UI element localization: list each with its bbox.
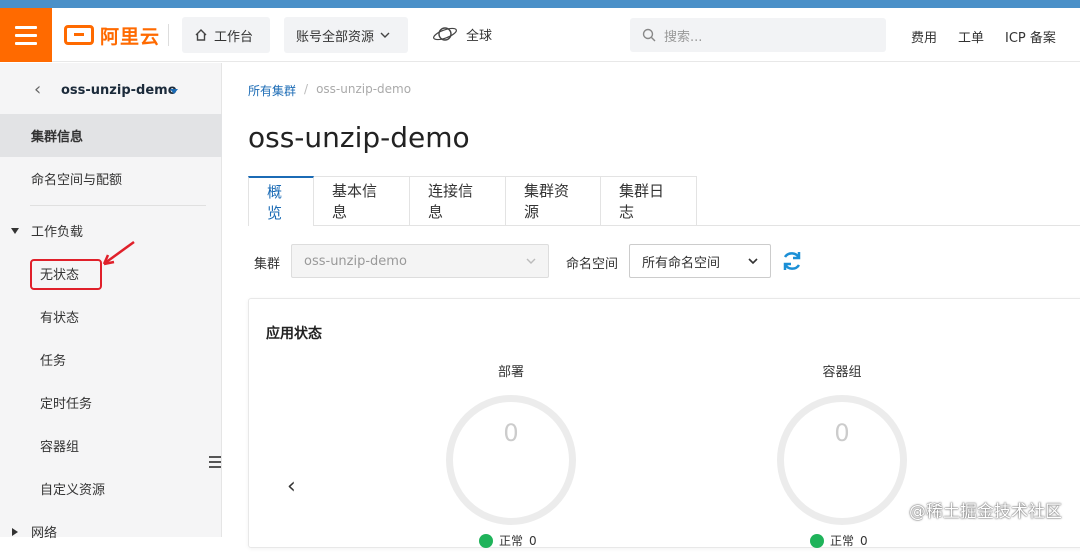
status-row: 正常 0 xyxy=(479,532,537,549)
sidebar-item-label: 命名空间与配额 xyxy=(31,173,123,188)
sidebar-item-label: 网络 xyxy=(31,526,58,541)
status-count: 0 xyxy=(529,533,537,548)
logo[interactable]: 阿里云 xyxy=(64,20,160,50)
sidebar-item-namespaces[interactable]: 命名空间与配额 xyxy=(0,157,222,200)
top-navbar: 阿里云 工作台 账号全部资源 全球 搜索... 费用 工单 ICP 备案 xyxy=(0,8,1080,62)
chevron-down-icon xyxy=(380,32,390,38)
stat-ring xyxy=(446,395,576,525)
cluster-select: oss-unzip-demo xyxy=(291,244,549,278)
search-placeholder: 搜索... xyxy=(664,29,703,45)
sidebar-item-cluster-info[interactable]: 集群信息 xyxy=(0,114,222,157)
workbench-button[interactable]: 工作台 xyxy=(182,17,270,53)
namespace-filter-label: 命名空间 xyxy=(566,257,619,272)
cluster-filter-label: 集群 xyxy=(254,257,281,272)
chevron-down-icon xyxy=(748,258,758,265)
namespace-select[interactable]: 所有命名空间 xyxy=(629,244,771,278)
top-link-icp[interactable]: ICP 备案 xyxy=(1005,27,1056,46)
status-ok-icon xyxy=(810,533,824,548)
workbench-label: 工作台 xyxy=(214,29,254,45)
cluster-name: oss-unzip-demo xyxy=(61,83,177,98)
collapse-sidebar-icon[interactable] xyxy=(209,456,221,470)
expand-icon xyxy=(12,527,18,536)
stat-deployments[interactable]: 部署 0 xyxy=(441,361,581,525)
status-count: 0 xyxy=(860,533,868,548)
sidebar-item-label: 集群信息 xyxy=(31,130,84,145)
search-input[interactable]: 搜索... xyxy=(630,18,886,52)
sidebar-item-label: 容器组 xyxy=(40,440,80,455)
stat-value: 0 xyxy=(834,419,850,447)
status-row: 正常 0 xyxy=(810,532,868,549)
sidebar-item-label: 有状态 xyxy=(40,311,80,326)
sidebar: ‹ oss-unzip-demo 集群信息 命名空间与配额 工作负载 无状态 有… xyxy=(0,63,222,541)
stat-pods[interactable]: 容器组 0 xyxy=(772,361,912,525)
sidebar-item-cronjobs[interactable]: 定时任务 xyxy=(0,381,222,424)
sidebar-item-pods[interactable]: 容器组 xyxy=(0,424,222,467)
aliyun-logo-icon xyxy=(64,25,94,45)
region-selector[interactable]: 全球 xyxy=(432,24,492,44)
namespace-select-value: 所有命名空间 xyxy=(642,255,721,271)
tab-overview[interactable]: 概览 xyxy=(248,176,314,226)
divider xyxy=(168,24,169,46)
status-ok-icon xyxy=(479,533,493,548)
sidebar-item-label: 工作负载 xyxy=(31,225,84,240)
sidebar-item-jobs[interactable]: 任务 xyxy=(0,338,222,381)
status-label: 正常 xyxy=(499,534,524,548)
sidebar-item-label: 定时任务 xyxy=(40,397,93,412)
annotation-arrow-icon xyxy=(102,240,135,266)
sidebar-group-network[interactable]: 网络 xyxy=(0,510,222,553)
tab-basic-info[interactable]: 基本信息 xyxy=(314,176,410,226)
page-title: oss-unzip-demo xyxy=(248,121,470,154)
card-title: 应用状态 xyxy=(266,326,322,342)
sidebar-divider xyxy=(30,205,206,206)
refresh-icon[interactable] xyxy=(780,249,804,273)
menu-icon[interactable] xyxy=(0,8,52,62)
main-content: 所有集群 / oss-unzip-demo oss-unzip-demo 概览 … xyxy=(223,63,1080,548)
stat-ring xyxy=(777,395,907,525)
sidebar-item-custom-resources[interactable]: 自定义资源 xyxy=(0,467,222,510)
tab-cluster-resources[interactable]: 集群资源 xyxy=(506,176,601,226)
tab-underline xyxy=(693,225,1080,226)
region-label: 全球 xyxy=(466,28,493,44)
home-icon xyxy=(195,29,207,41)
annotation-highlight-box xyxy=(30,259,102,290)
globe-icon xyxy=(433,27,457,41)
resources-dropdown[interactable]: 账号全部资源 xyxy=(284,17,408,53)
sidebar-item-statefulsets[interactable]: 有状态 xyxy=(0,295,222,338)
stat-label: 容器组 xyxy=(822,365,862,380)
chevron-down-icon xyxy=(526,258,536,264)
browser-top-strip xyxy=(0,0,1080,8)
cluster-select-value: oss-unzip-demo xyxy=(304,253,407,269)
top-link-tickets[interactable]: 工单 xyxy=(958,27,984,46)
logo-text: 阿里云 xyxy=(100,25,161,48)
tab-cluster-logs[interactable]: 集群日志 xyxy=(601,176,697,226)
caret-down-icon xyxy=(170,89,178,94)
tab-connection-info[interactable]: 连接信息 xyxy=(410,176,506,226)
stat-value: 0 xyxy=(503,419,519,447)
sidebar-item-label: 自定义资源 xyxy=(40,483,106,498)
watermark: @稀土掘金技术社区 xyxy=(909,502,1062,522)
breadcrumb-current: oss-unzip-demo xyxy=(316,82,412,96)
back-icon[interactable]: ‹ xyxy=(34,79,41,100)
resources-label: 账号全部资源 xyxy=(296,29,375,45)
search-icon xyxy=(642,28,656,42)
top-link-billing[interactable]: 费用 xyxy=(911,27,937,46)
sidebar-item-label: 任务 xyxy=(40,354,67,369)
breadcrumb: 所有集群 / oss-unzip-demo xyxy=(248,82,411,99)
cluster-switcher[interactable]: ‹ oss-unzip-demo xyxy=(0,63,222,115)
tab-bar: 概览 基本信息 连接信息 集群资源 集群日志 xyxy=(248,176,697,226)
carousel-prev-icon[interactable]: ‹ xyxy=(287,474,296,499)
expand-icon xyxy=(11,227,19,234)
breadcrumb-separator: / xyxy=(304,82,309,96)
status-label: 正常 xyxy=(830,534,855,548)
stat-label: 部署 xyxy=(497,365,524,380)
breadcrumb-all-clusters[interactable]: 所有集群 xyxy=(248,82,296,99)
